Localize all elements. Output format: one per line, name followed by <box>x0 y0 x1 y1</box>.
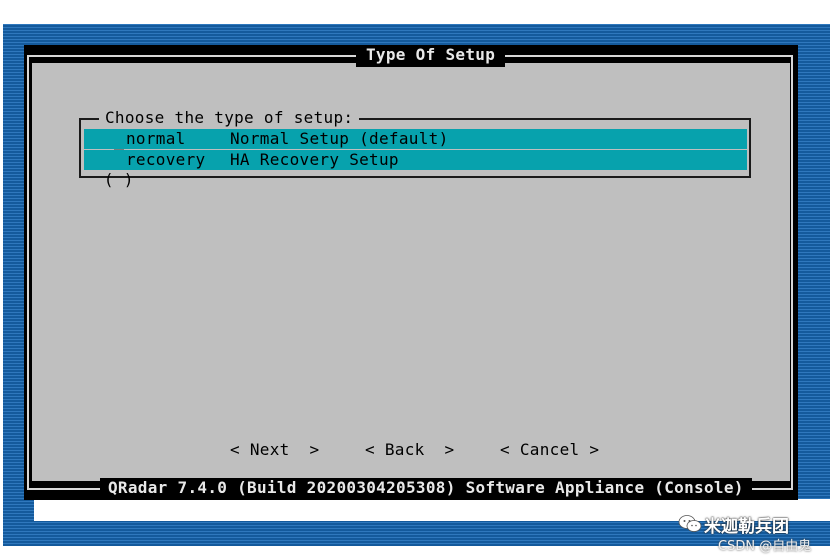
dialog-frame-left <box>27 55 29 490</box>
option-description: Normal Setup (default) <box>230 129 449 148</box>
watermark: 米迦勒兵团 CSDN @自由鬼 <box>678 512 826 556</box>
option-description: HA Recovery Setup <box>230 150 399 169</box>
option-name: normal <box>126 129 186 148</box>
next-button[interactable]: < Next > <box>230 440 319 460</box>
footer-version-text: QRadar 7.4.0 (Build 20200304205308) Soft… <box>100 478 752 498</box>
watermark-title: 米迦勒兵团 <box>704 517 789 537</box>
option-name: recovery <box>126 150 206 169</box>
cancel-button[interactable]: < Cancel > <box>500 440 599 460</box>
radio-option-recovery[interactable]: ( ) recovery HA Recovery Setup <box>84 150 747 189</box>
dialog-title: Type Of Setup <box>356 45 506 67</box>
group-title: Choose the type of setup: <box>99 108 360 128</box>
wechat-icon <box>678 515 702 532</box>
watermark-subtitle: CSDN @自由鬼 <box>718 539 812 554</box>
dialog-frame-right <box>791 55 793 490</box>
back-button[interactable]: < Back > <box>365 440 454 460</box>
radio-button-recovery[interactable]: ( ) <box>104 170 134 190</box>
radio-option-normal[interactable]: (X) normal Normal Setup (default) <box>84 129 747 168</box>
